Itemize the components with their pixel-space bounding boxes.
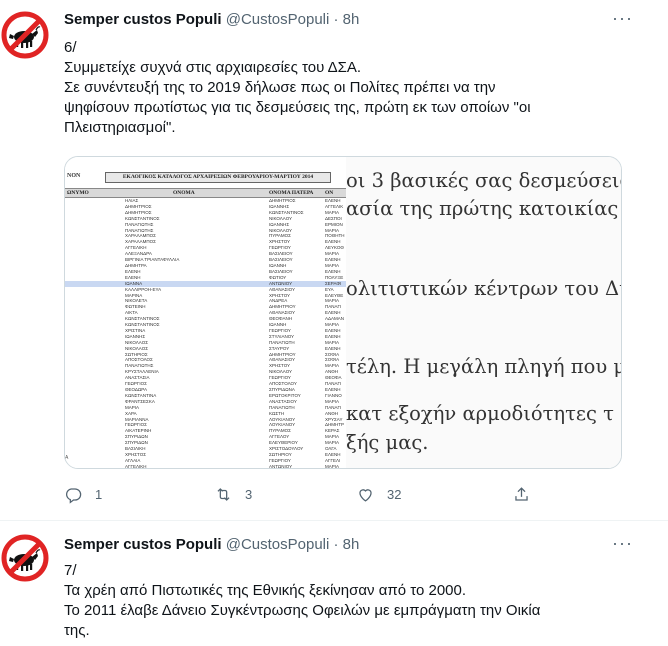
more-dots-icon[interactable]: ··· (612, 9, 632, 32)
doc-header-cell: ΩΝΥΜΟ (67, 190, 89, 196)
tweet-line: της. (64, 622, 90, 639)
like-button[interactable]: 32 (356, 481, 401, 507)
doc-table-row: ΑΓΓΕΛΙΚΗ ΑΝΤΩΝΙΟΥ ΜΑΡΙΑ (65, 463, 346, 469)
tweet-line: Το 2011 έλαβε Δάνειο Συγκέντρωσης Οφειλώ… (64, 602, 541, 619)
doc-table-cell: ΑΝΤΩΝΙΟΥ (269, 463, 293, 469)
tweet-text: 6/ Συμμετείχε συχνά στις αρχιαιρεσίες το… (64, 38, 624, 138)
tweet-line: Τα χρέη από Πιστωτικές της Εθνικής ξεκίν… (64, 582, 467, 599)
tweet-header: Semper custos Populi @CustosPopuli · 8h (64, 10, 359, 30)
tweet-7[interactable]: Semper custos Populi @CustosPopuli · 8h … (0, 521, 668, 646)
tweet-header: Semper custos Populi @CustosPopuli · 8h (64, 535, 359, 555)
article-line: τέλη. Η μεγάλη πληγή που μ (346, 355, 622, 378)
article-line: οι 3 βασικές σας δεσμεύσεις (346, 169, 622, 192)
tweet-line: Συμμετείχε συχνά στις αρχιαιρεσίες του Δ… (64, 59, 362, 76)
reply-button[interactable]: 1 (64, 481, 102, 507)
author-name[interactable]: Semper custos Populi (64, 536, 222, 553)
article-line: ολιτιστικών κέντρων του Δή (346, 277, 622, 300)
article-line: κατ εξοχήν αρμοδιότητες τ (346, 402, 614, 425)
separator-dot: · (333, 536, 339, 553)
article-line: ξής μας. (346, 431, 429, 454)
tweet-line: Σε συνέντευξή της το 2019 δήλωσε πως οι … (64, 79, 496, 96)
share-button[interactable] (512, 481, 531, 507)
reply-count: 1 (95, 486, 103, 502)
tweet-line: Πλειστηριασμοί". (64, 119, 176, 136)
more-dots-icon[interactable]: ··· (612, 534, 632, 557)
no-bull-logo[interactable] (0, 533, 50, 583)
tweet-media[interactable]: ΝΟΝ ΕΚΛΟΓΙΚΟΣ ΚΑΤΑΛΟΓΟΣ ΑΡΧΑΙΡΕΣΙΩΝ ΦΕΒΡ… (64, 156, 622, 469)
doc-title: ΕΚΛΟΓΙΚΟΣ ΚΑΤΑΛΟΓΟΣ ΑΡΧΑΙΡΕΣΙΩΝ ΦΕΒΡΟΥΑΡ… (105, 172, 331, 183)
tweet-line: 7/ (64, 562, 77, 579)
doc-footer: Α (65, 455, 69, 461)
retweet-button[interactable]: 3 (214, 481, 252, 507)
doc-table-header: ΩΝΥΜΟ ΟΝΟΜΑ ΟΝΟΜΑ ΠΑΤΕΡΑ ΟΝ (65, 188, 346, 198)
tweet-actions: 1 3 32 (64, 481, 534, 507)
article-line: ασία της πρώτης κατοικίας (346, 197, 619, 220)
doc-table-cell: ΑΓΓΕΛΙΚΗ (125, 463, 147, 469)
doc-header-cell: ΟΝΟΜΑ ΠΑΤΕΡΑ (269, 190, 314, 196)
doc-rows: ΗΛΙΑΣ ΔΗΜΗΤΡΙΟΣ ΕΛΕΝΗ ΔΗΜΗΤΡΙΟΣ ΙΩΑΝΝΗΣ ΑΓΓΕΛ… (65, 198, 346, 469)
doc-header-cell: ΟΝ (325, 190, 334, 196)
tweet-time[interactable]: 8h (343, 11, 360, 28)
retweet-count: 3 (245, 486, 253, 502)
tweet-line: 6/ (64, 39, 77, 56)
tweet-line: ψηφίσουν πρωτίστως για τις δεσμεύσεις τη… (64, 99, 531, 116)
electoral-list-image[interactable]: ΝΟΝ ΕΚΛΟΓΙΚΟΣ ΚΑΤΑΛΟΓΟΣ ΑΡΧΑΙΡΕΣΙΩΝ ΦΕΒΡ… (65, 157, 346, 469)
author-name[interactable]: Semper custos Populi (64, 11, 222, 28)
heart-icon (359, 488, 372, 502)
author-handle[interactable]: @CustosPopuli (226, 536, 330, 553)
like-count: 32 (387, 486, 402, 502)
doc-header-cell: ΟΝΟΜΑ (173, 190, 195, 196)
reply-icon (65, 487, 82, 504)
doc-table: ΩΝΥΜΟ ΟΝΟΜΑ ΟΝΟΜΑ ΠΑΤΕΡΑ ΟΝ ΗΛΙΑΣ ΔΗΜΗΤΡΙ… (65, 188, 346, 469)
article-snippet-image[interactable]: οι 3 βασικές σας δεσμεύσεις ασία της πρώ… (346, 157, 622, 468)
tweet-text: 7/ Τα χρέη από Πιστωτικές της Εθνικής ξε… (64, 561, 624, 641)
tweet-time[interactable]: 8h (343, 536, 360, 553)
tweet-6[interactable]: Semper custos Populi @CustosPopuli · 8h … (0, 0, 668, 521)
no-bull-logo[interactable] (0, 10, 50, 60)
doc-corner-label: ΝΟΝ (67, 173, 81, 179)
share-icon (515, 486, 528, 501)
retweet-icon (217, 487, 230, 501)
author-handle[interactable]: @CustosPopuli (226, 11, 330, 28)
separator-dot: · (333, 11, 339, 28)
doc-table-cell: ΜΑΡΙΑ (325, 463, 340, 469)
